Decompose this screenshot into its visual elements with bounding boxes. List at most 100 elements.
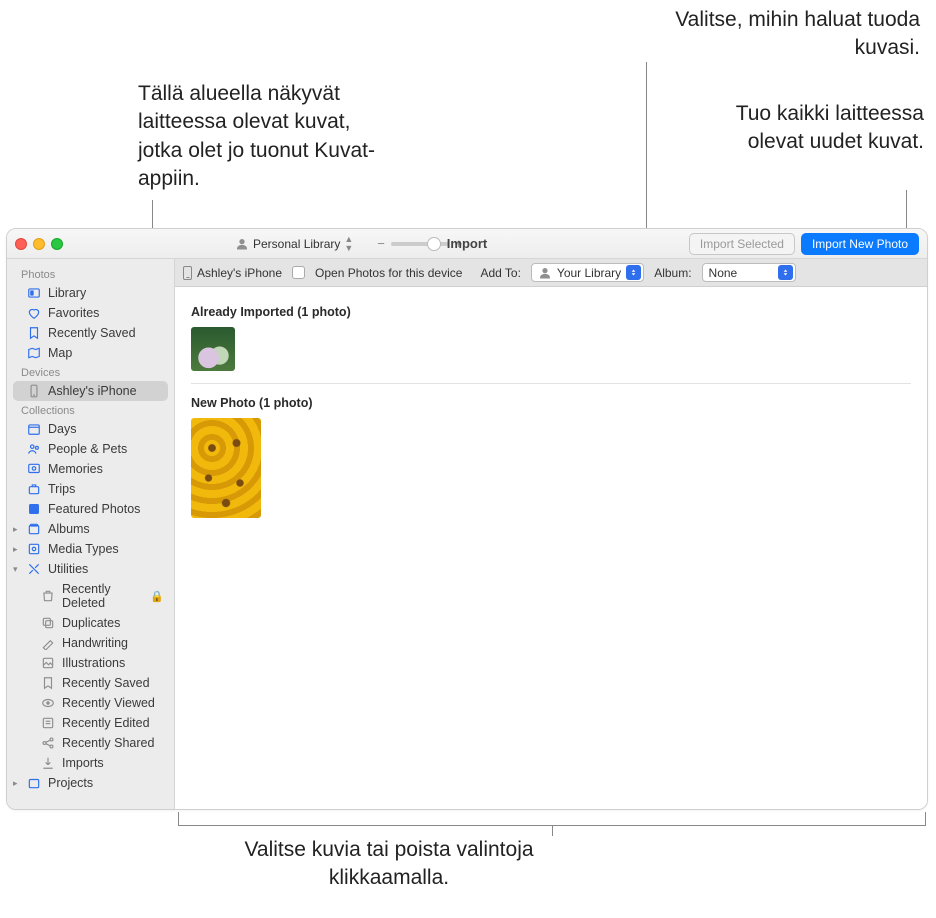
sidebar-item-projects[interactable]: ▸ Projects	[7, 773, 174, 793]
download-icon	[41, 756, 55, 770]
calendar-icon	[27, 422, 41, 436]
already-imported-heading: Already Imported (1 photo)	[191, 305, 911, 319]
sidebar-item-label: Utilities	[48, 562, 88, 576]
sidebar-item-memories[interactable]: Memories	[7, 459, 174, 479]
import-new-photo-button[interactable]: Import New Photo	[801, 233, 919, 255]
sidebar-item-map[interactable]: Map	[7, 343, 174, 363]
sidebar-item-favorites[interactable]: Favorites	[7, 303, 174, 323]
illustration-icon	[41, 656, 55, 670]
sidebar-item-recently-viewed[interactable]: Recently Viewed	[7, 693, 174, 713]
disclosure-icon[interactable]: ▸	[13, 544, 18, 555]
sidebar-item-media-types[interactable]: ▸ Media Types	[7, 539, 174, 559]
new-photos	[191, 418, 911, 518]
sidebar-item-label: Recently Shared	[62, 736, 154, 750]
lock-icon: 🔒	[150, 590, 164, 603]
sidebar: Photos Library Favorites Recently Saved …	[7, 259, 175, 809]
slider-knob[interactable]	[427, 237, 441, 251]
disclosure-icon[interactable]: ▸	[13, 524, 18, 535]
disclosure-icon[interactable]: ▾	[13, 564, 18, 575]
callout-select-deselect: Valitse kuvia tai poista valintoja klikk…	[224, 836, 554, 893]
bookmark-icon	[27, 326, 41, 340]
add-to-value: Your Library	[557, 266, 621, 280]
sidebar-item-albums[interactable]: ▸ Albums	[7, 519, 174, 539]
window-title: Import	[447, 236, 487, 251]
sidebar-item-imports[interactable]: Imports	[7, 753, 174, 773]
disclosure-icon[interactable]: ▸	[13, 778, 18, 789]
device-name: Ashley's iPhone	[183, 266, 282, 280]
sidebar-item-label: People & Pets	[48, 442, 127, 456]
separator	[191, 383, 911, 384]
sidebar-section-photos: Photos	[7, 265, 174, 283]
person-icon	[538, 266, 552, 280]
sidebar-item-duplicates[interactable]: Duplicates	[7, 613, 174, 633]
dropdown-icon	[778, 265, 793, 280]
album-icon	[27, 522, 41, 536]
sidebar-item-label: Recently Saved	[62, 676, 150, 690]
sidebar-item-label: Recently Viewed	[62, 696, 155, 710]
sidebar-item-label: Map	[48, 346, 72, 360]
sidebar-item-label: Recently Saved	[48, 326, 136, 340]
add-to-popup[interactable]: Your Library	[531, 263, 644, 282]
photo-thumbnail[interactable]	[191, 418, 261, 518]
sidebar-item-days[interactable]: Days	[7, 419, 174, 439]
new-photo-heading: New Photo (1 photo)	[191, 396, 911, 410]
trash-icon	[41, 589, 55, 603]
sidebar-item-label: Media Types	[48, 542, 119, 556]
heart-icon	[27, 306, 41, 320]
window-controls	[15, 238, 63, 250]
phone-icon	[27, 384, 41, 398]
library-picker-label: Personal Library	[253, 237, 340, 251]
device-bar: Ashley's iPhone Open Photos for this dev…	[175, 259, 927, 287]
sidebar-item-trips[interactable]: Trips	[7, 479, 174, 499]
sidebar-item-label: Favorites	[48, 306, 99, 320]
eye-icon	[41, 696, 55, 710]
album-value: None	[709, 266, 738, 280]
updown-icon: ▲▼	[344, 235, 353, 253]
sidebar-item-label: Ashley's iPhone	[48, 384, 137, 398]
add-to-label: Add To:	[480, 266, 520, 280]
sidebar-item-label: Memories	[48, 462, 103, 476]
sidebar-item-label: Albums	[48, 522, 90, 536]
sidebar-item-label: Duplicates	[62, 616, 120, 630]
sidebar-item-label: Trips	[48, 482, 75, 496]
photo-thumbnail[interactable]	[191, 327, 235, 371]
sidebar-section-collections: Collections	[7, 401, 174, 419]
sidebar-item-recently-saved-util[interactable]: Recently Saved	[7, 673, 174, 693]
media-icon	[27, 542, 41, 556]
edit-icon	[41, 716, 55, 730]
sidebar-item-illustrations[interactable]: Illustrations	[7, 653, 174, 673]
person-icon	[235, 237, 249, 251]
sidebar-item-featured-photos[interactable]: Featured Photos	[7, 499, 174, 519]
sidebar-item-device-ashleys-iphone[interactable]: Ashley's iPhone	[13, 381, 168, 401]
sidebar-item-people-pets[interactable]: People & Pets	[7, 439, 174, 459]
sidebar-item-label: Recently Edited	[62, 716, 150, 730]
slider-track[interactable]	[391, 242, 449, 246]
sidebar-item-recently-edited[interactable]: Recently Edited	[7, 713, 174, 733]
minimize-window-button[interactable]	[33, 238, 45, 250]
phone-icon	[183, 266, 192, 280]
library-picker[interactable]: Personal Library ▲▼	[229, 233, 359, 255]
zoom-out-icon: −	[377, 236, 385, 251]
callout-leader	[552, 826, 553, 836]
album-label: Album:	[654, 266, 691, 280]
sidebar-item-handwriting[interactable]: Handwriting	[7, 633, 174, 653]
tools-icon	[27, 562, 41, 576]
memories-icon	[27, 462, 41, 476]
sidebar-item-library[interactable]: Library	[7, 283, 174, 303]
import-selected-button[interactable]: Import Selected	[689, 233, 795, 255]
duplicates-icon	[41, 616, 55, 630]
album-popup[interactable]: None	[702, 263, 796, 282]
dropdown-icon	[626, 265, 641, 280]
close-window-button[interactable]	[15, 238, 27, 250]
sidebar-item-recently-saved[interactable]: Recently Saved	[7, 323, 174, 343]
sidebar-section-devices: Devices	[7, 363, 174, 381]
sidebar-item-label: Illustrations	[62, 656, 125, 670]
titlebar: Personal Library ▲▼ − + Import Import Se…	[7, 229, 927, 259]
sidebar-item-recently-deleted[interactable]: Recently Deleted 🔒	[7, 579, 174, 613]
open-photos-checkbox[interactable]	[292, 266, 305, 279]
already-imported-photos	[191, 327, 911, 371]
sidebar-item-utilities[interactable]: ▾ Utilities	[7, 559, 174, 579]
people-icon	[27, 442, 41, 456]
sidebar-item-recently-shared[interactable]: Recently Shared	[7, 733, 174, 753]
fullscreen-window-button[interactable]	[51, 238, 63, 250]
